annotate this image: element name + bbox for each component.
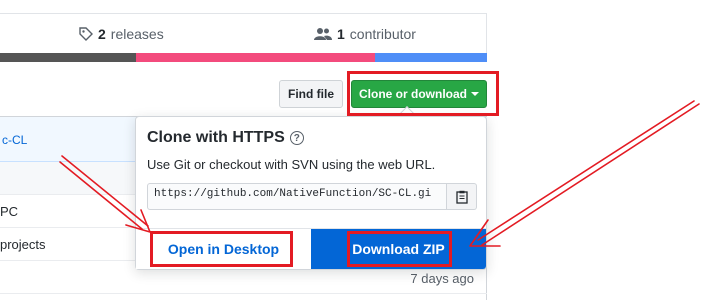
open-in-desktop-button[interactable]: Open in Desktop [136,229,311,269]
repo-summary: 2 releases 1 contributor [0,13,487,53]
find-file-button[interactable]: Find file [279,80,343,108]
clone-title-text: Clone with HTTPS [147,129,285,146]
language-bar [0,53,487,62]
clone-or-download-button[interactable]: Clone or download [351,80,487,108]
contributors-count: 1 [337,26,345,42]
clipboard-icon [455,190,468,204]
clone-description: Use Git or checkout with SVN using the w… [147,157,436,172]
commit-link[interactable]: c-CL [2,133,27,147]
releases-link[interactable]: 2 releases [79,26,164,42]
copy-to-clipboard-button[interactable] [447,183,477,210]
question-icon[interactable]: ? [289,131,304,145]
clone-url-group: https://github.com/NativeFunction/SC-CL.… [147,183,477,210]
people-icon [314,28,332,40]
clone-footer: Open in Desktop Download ZIP [136,228,486,269]
clone-title: Clone with HTTPS ? [147,129,304,147]
clone-url-input[interactable]: https://github.com/NativeFunction/SC-CL.… [147,183,447,210]
arrow-to-download-zip-outline [481,103,700,246]
file-name[interactable]: PC [0,204,18,219]
contributors-link[interactable]: 1 contributor [314,26,416,42]
arrow-to-download-zip [477,100,695,241]
tag-icon [79,27,93,41]
releases-count: 2 [98,26,106,42]
caret-down-icon [471,92,479,96]
clone-button-label: Clone or download [359,87,467,101]
contributors-label: contributor [349,26,416,42]
commit-age: 7 days ago [410,271,474,286]
download-zip-button[interactable]: Download ZIP [311,229,486,269]
file-name[interactable]: projects [0,237,46,252]
clone-dropdown: Clone with HTTPS ? Use Git or checkout w… [135,116,487,270]
language-segment [374,53,487,62]
language-segment [0,53,137,62]
language-segment [136,53,375,62]
releases-label: releases [110,26,164,42]
